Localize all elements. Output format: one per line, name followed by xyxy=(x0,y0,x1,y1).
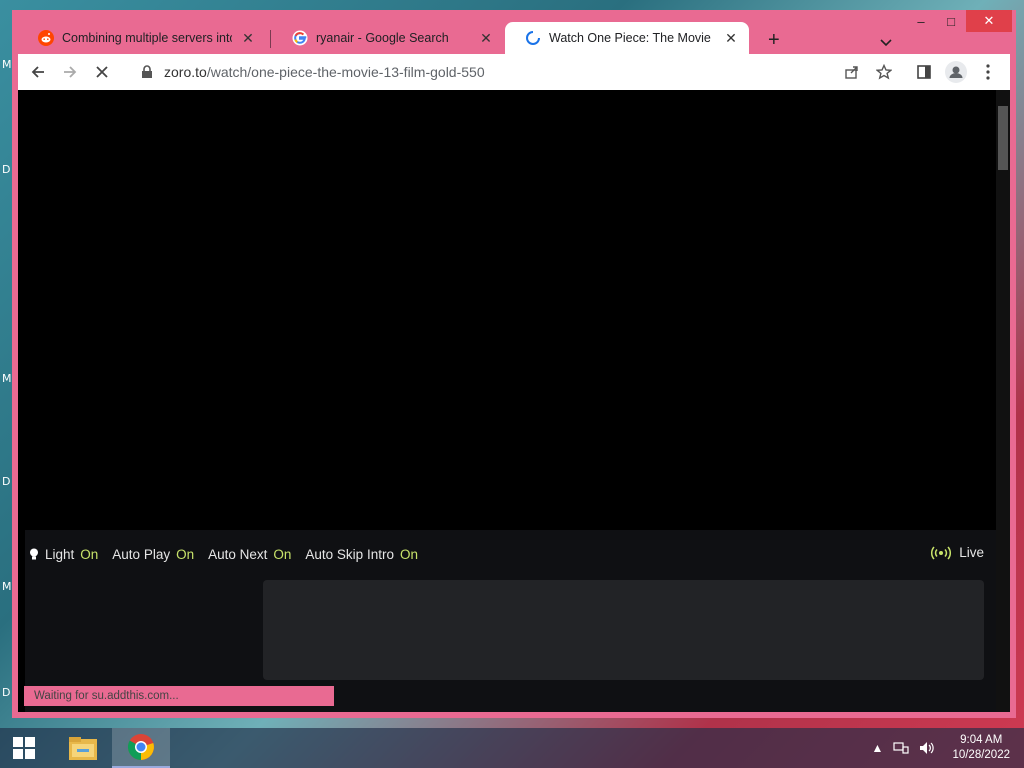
auto-skip-intro-state: On xyxy=(399,546,418,562)
broadcast-icon xyxy=(931,546,952,559)
side-panel-icon[interactable] xyxy=(908,56,940,88)
player-toggle-bar: Light On Auto Play On Auto Next On Auto … xyxy=(25,530,996,578)
tab-separator xyxy=(270,30,271,48)
video-player[interactable] xyxy=(18,90,996,530)
tab-active-zoro[interactable]: Watch One Piece: The Movie 13 ✕ xyxy=(505,22,749,54)
light-toggle[interactable]: Light On xyxy=(29,547,98,562)
new-tab-button[interactable]: + xyxy=(768,30,780,50)
desktop-icon-label: D xyxy=(2,163,11,176)
window-controls: – □ ✕ xyxy=(906,10,1012,32)
close-tab-icon[interactable]: ✕ xyxy=(240,30,256,47)
clock[interactable]: 9:04 AM 10/28/2022 xyxy=(952,733,1010,763)
url-text: zoro.to/watch/one-piece-the-movie-13-fil… xyxy=(164,64,485,80)
tab-strip: Combining multiple servers into ✕ ryanai… xyxy=(18,18,896,54)
desktop-icon-label: M xyxy=(2,372,12,385)
clock-time: 9:04 AM xyxy=(960,734,1003,746)
tab-reddit[interactable]: Combining multiple servers into ✕ xyxy=(18,22,266,54)
desktop-icon-label: M xyxy=(2,58,12,71)
auto-next-toggle[interactable]: Auto Next On xyxy=(208,547,291,562)
servers-panel xyxy=(263,580,984,680)
auto-skip-intro-toggle[interactable]: Auto Skip Intro On xyxy=(305,547,418,562)
system-tray: ▲ 9:04 AM 10/28/2022 xyxy=(867,728,1010,768)
browser-window: – □ ✕ Combining multiple servers into ✕ xyxy=(12,10,1016,718)
player-controls-panel: Light On Auto Play On Auto Next On Auto … xyxy=(25,530,996,712)
status-bubble: Waiting for su.addthis.com... xyxy=(24,686,334,706)
loading-spinner-icon xyxy=(526,31,540,45)
tab-search-chevron-icon[interactable] xyxy=(880,36,892,50)
maximize-button[interactable]: □ xyxy=(936,10,966,32)
chrome-icon xyxy=(127,734,154,761)
auto-skip-intro-label: Auto Skip Intro xyxy=(305,546,394,562)
light-label: Light xyxy=(45,546,75,562)
desktop-icon-label: D xyxy=(2,475,11,488)
live-button[interactable]: Live xyxy=(931,545,984,560)
windows-logo-icon xyxy=(13,737,35,759)
close-tab-icon[interactable]: ✕ xyxy=(478,30,494,47)
desktop-icon-label: D xyxy=(2,686,11,699)
auto-play-state: On xyxy=(176,546,195,562)
address-bar[interactable]: zoro.to/watch/one-piece-the-movie-13-fil… xyxy=(130,58,900,86)
tab-google[interactable]: ryanair - Google Search ✕ xyxy=(272,22,504,54)
lock-icon xyxy=(142,65,152,78)
close-tab-icon[interactable]: ✕ xyxy=(723,30,739,47)
google-icon xyxy=(292,30,308,46)
auto-play-toggle[interactable]: Auto Play On xyxy=(112,547,194,562)
forward-arrow-icon[interactable] xyxy=(54,56,86,88)
start-button[interactable] xyxy=(0,728,48,768)
status-text: Waiting for su.addthis.com... xyxy=(34,690,179,702)
tab-title: Watch One Piece: The Movie 13 xyxy=(549,31,715,45)
share-icon[interactable] xyxy=(836,56,868,88)
profile-avatar-icon[interactable] xyxy=(940,56,972,88)
live-label: Live xyxy=(959,545,984,560)
desktop-icon-label: M xyxy=(2,580,12,593)
taskbar-chrome[interactable] xyxy=(112,728,170,768)
auto-next-label: Auto Next xyxy=(208,546,268,562)
reddit-icon xyxy=(38,30,54,46)
scrollbar-thumb[interactable] xyxy=(998,106,1008,170)
clock-date: 10/28/2022 xyxy=(952,749,1010,761)
volume-icon[interactable] xyxy=(919,741,935,755)
folder-icon xyxy=(69,737,97,760)
stop-loading-icon[interactable] xyxy=(86,56,118,88)
tab-title: Combining multiple servers into xyxy=(62,31,232,45)
auto-play-label: Auto Play xyxy=(112,546,171,562)
auto-next-state: On xyxy=(273,546,292,562)
page-viewport: Light On Auto Play On Auto Next On Auto … xyxy=(18,90,1010,712)
minimize-button[interactable]: – xyxy=(906,10,936,32)
browser-toolbar: zoro.to/watch/one-piece-the-movie-13-fil… xyxy=(18,54,1010,90)
bookmark-star-icon[interactable] xyxy=(868,56,900,88)
tab-title: ryanair - Google Search xyxy=(316,31,449,45)
menu-kebab-icon[interactable] xyxy=(972,56,1004,88)
page-scrollbar[interactable] xyxy=(996,90,1010,712)
network-icon[interactable] xyxy=(893,741,910,755)
lightbulb-icon xyxy=(30,548,38,559)
taskbar-file-explorer[interactable] xyxy=(54,728,112,768)
back-arrow-icon[interactable] xyxy=(22,56,54,88)
taskbar: ▲ 9:04 AM 10/28/2022 xyxy=(0,728,1024,768)
light-state: On xyxy=(80,546,99,562)
close-window-button[interactable]: ✕ xyxy=(966,10,1012,32)
chevron-up-icon[interactable]: ▲ xyxy=(872,741,884,755)
